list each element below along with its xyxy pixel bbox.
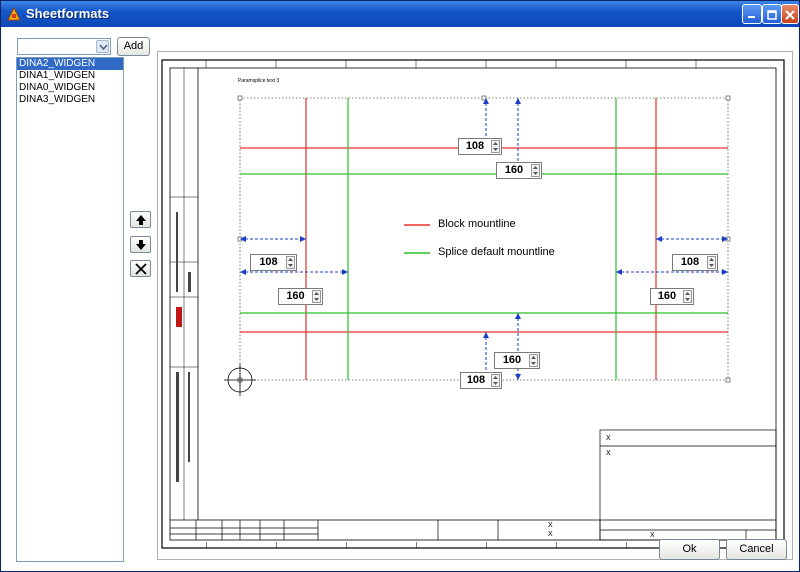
- bottom-inner-spinner[interactable]: 108: [460, 372, 502, 389]
- spinner-arrows[interactable]: [491, 374, 500, 387]
- bottom-outer-spinner[interactable]: 160: [494, 352, 540, 369]
- move-up-button[interactable]: [130, 211, 151, 228]
- close-icon: [785, 10, 795, 20]
- app-icon: [7, 6, 21, 21]
- move-down-button[interactable]: [130, 236, 151, 253]
- title-block-x: X: [606, 435, 611, 442]
- spinner-up-down-icon: [709, 258, 714, 267]
- add-button[interactable]: Add: [117, 37, 150, 56]
- spinner-up-down-icon: [531, 356, 536, 365]
- maximize-button[interactable]: [762, 4, 782, 24]
- legend-splice-label: Splice default mountline: [438, 246, 555, 258]
- spinner-arrows[interactable]: [683, 290, 692, 303]
- minimize-icon: [748, 16, 755, 18]
- spinner-value: 108: [465, 140, 485, 152]
- list-item[interactable]: DINA2_WIDGEN: [17, 58, 123, 70]
- title-block-x: X: [650, 532, 655, 539]
- left-outer-spinner[interactable]: 160: [278, 288, 323, 305]
- spinner-value: 160: [502, 354, 522, 366]
- title-block-x: X: [548, 522, 553, 529]
- close-button[interactable]: [781, 4, 799, 24]
- left-strip-text: [176, 212, 191, 482]
- title-block-x: X: [606, 450, 611, 457]
- dialog-body: Add DINA2_WIDGEN DINA1_WIDGEN DINA0_WIDG…: [1, 27, 799, 571]
- legend-block-label: Block mountline: [438, 218, 516, 230]
- spinner-up-down-icon: [288, 258, 293, 267]
- spinner-up-down-icon: [493, 142, 498, 151]
- spinner-up-down-icon: [533, 166, 538, 175]
- top-inner-spinner[interactable]: 108: [458, 138, 502, 155]
- spinner-up-down-icon: [493, 376, 498, 385]
- title-bar: Sheetformats: [1, 1, 799, 27]
- origin-crosshair-icon: [224, 364, 256, 396]
- sheet-drawing: Paramsplice text 3: [161, 59, 785, 549]
- arrow-down-icon: [136, 240, 146, 250]
- top-outer-spinner[interactable]: 160: [496, 162, 542, 179]
- top-label: Paramsplice text 3: [238, 78, 279, 84]
- bottom-ruler: [206, 542, 697, 548]
- spinner-up-down-icon: [314, 292, 319, 301]
- arrow-up-icon: [136, 215, 146, 225]
- list-item[interactable]: DINA3_WIDGEN: [17, 94, 123, 106]
- top-ruler: [205, 60, 697, 68]
- format-combo[interactable]: [17, 38, 111, 55]
- right-inner-spinner[interactable]: 108: [672, 254, 718, 271]
- right-outer-spinner[interactable]: 160: [650, 288, 694, 305]
- minimize-button[interactable]: [742, 4, 762, 24]
- spinner-value: 160: [504, 164, 524, 176]
- chevron-down-icon: [99, 44, 108, 50]
- sheetformats-window: Sheetformats Add DINA2_WIDGEN DINA1_WIDG…: [0, 0, 800, 572]
- spinner-value: 108: [680, 256, 700, 268]
- delete-x-icon: [135, 263, 147, 275]
- delete-button[interactable]: [130, 260, 151, 277]
- spinner-up-down-icon: [685, 292, 690, 301]
- ok-button[interactable]: Ok: [659, 539, 720, 560]
- spinner-arrows[interactable]: [286, 256, 295, 269]
- spinner-value: 160: [657, 290, 677, 302]
- spinner-value: 160: [286, 290, 305, 302]
- window-title: Sheetformats: [26, 6, 110, 21]
- spinner-arrows[interactable]: [531, 164, 540, 177]
- title-block-x: X: [548, 531, 553, 538]
- spinner-arrows[interactable]: [491, 140, 500, 153]
- sheet-preview[interactable]: Paramsplice text 3 108 160 108 160 108 1…: [157, 51, 793, 560]
- left-inner-spinner[interactable]: 108: [250, 254, 297, 271]
- combo-dropdown-button[interactable]: [96, 40, 109, 53]
- maximize-icon: [767, 10, 777, 20]
- list-item[interactable]: DINA1_WIDGEN: [17, 70, 123, 82]
- spinner-arrows[interactable]: [312, 290, 321, 303]
- spinner-arrows[interactable]: [707, 256, 716, 269]
- list-item[interactable]: DINA0_WIDGEN: [17, 82, 123, 94]
- cancel-button[interactable]: Cancel: [726, 539, 787, 560]
- spinner-value: 108: [259, 256, 278, 268]
- format-list[interactable]: DINA2_WIDGEN DINA1_WIDGEN DINA0_WIDGEN D…: [16, 57, 124, 562]
- title-block: [170, 429, 777, 541]
- spinner-arrows[interactable]: [529, 354, 538, 367]
- spinner-value: 108: [466, 374, 486, 386]
